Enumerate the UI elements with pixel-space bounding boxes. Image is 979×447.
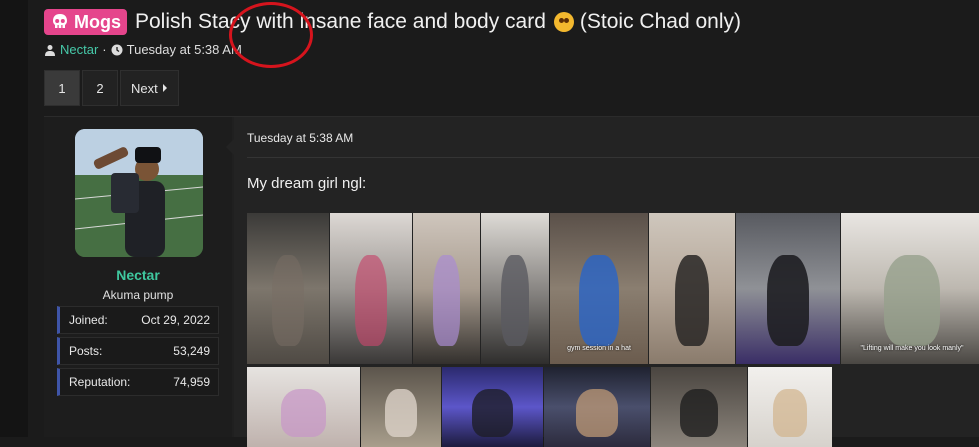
stat-posts-value: 53,249 (173, 344, 210, 358)
message-arrow (226, 139, 234, 155)
red-annotation-circle (229, 2, 313, 68)
pagination: 1 2 Next (44, 70, 179, 106)
message-cell: Tuesday at 5:38 AM My dream girl ngl: gy… (226, 117, 979, 447)
post-username[interactable]: Nectar (44, 267, 232, 283)
thread-date[interactable]: Tuesday at 5:38 AM (127, 42, 242, 57)
thread-title-suffix: (Stoic Chad only) (579, 10, 741, 33)
flushed-emoji-icon (553, 12, 574, 32)
gallery-image[interactable] (651, 367, 747, 447)
page-2-button[interactable]: 2 (82, 70, 118, 106)
thread-title-row: Mogs Polish Stacy with insane face and b… (44, 8, 979, 36)
gallery-image[interactable] (361, 367, 441, 447)
gallery-image[interactable] (748, 367, 832, 447)
prefix-badge[interactable]: Mogs (44, 9, 127, 35)
stat-reputation-value: 74,959 (173, 375, 210, 389)
thread-author-link[interactable]: Nectar (60, 42, 98, 57)
gallery-image[interactable] (481, 213, 549, 364)
gallery-image[interactable] (736, 213, 840, 364)
thread-header: Mogs Polish Stacy with insane face and b… (44, 2, 979, 68)
stat-reputation-label: Reputation: (69, 375, 131, 389)
stat-joined: Joined: Oct 29, 2022 (57, 306, 219, 334)
gallery-image[interactable] (442, 367, 543, 447)
meta-separator: · (102, 42, 107, 57)
skull-icon (53, 14, 67, 28)
page-1-button[interactable]: 1 (44, 70, 80, 106)
gallery-image[interactable] (413, 213, 480, 364)
avatar[interactable] (75, 129, 203, 257)
gallery-image[interactable] (330, 213, 412, 364)
post-text: My dream girl ngl: (247, 175, 367, 192)
gallery-image[interactable] (544, 367, 650, 447)
next-label: Next (131, 80, 158, 96)
user-icon (45, 44, 55, 56)
thread-title: Polish Stacy with insane face and body c… (135, 10, 546, 33)
user-title: Akuma pump (102, 288, 174, 302)
stat-posts: Posts: 53,249 (57, 337, 219, 365)
avatar-image (75, 129, 203, 257)
image-caption: "Lifting will make you look manly" (860, 345, 964, 352)
stat-posts-label: Posts: (69, 344, 103, 358)
gallery-image[interactable] (247, 367, 360, 447)
message-divider (247, 157, 979, 158)
stat-joined-label: Joined: (69, 313, 108, 327)
clock-icon (111, 44, 123, 55)
stat-joined-value: Oct 29, 2022 (141, 313, 210, 327)
gallery-image[interactable]: gym session in a hat (550, 213, 648, 364)
gallery-image[interactable]: "Lifting will make you look manly" (841, 213, 979, 364)
post-date[interactable]: Tuesday at 5:38 AM (247, 131, 353, 145)
next-page-button[interactable]: Next (120, 70, 179, 106)
caret-right-icon (162, 84, 167, 92)
thread-meta: Nectar · Tuesday at 5:38 AM (44, 42, 979, 57)
user-panel: Nectar Akuma pump Joined: Oct 29, 2022 P… (44, 117, 232, 437)
image-caption: gym session in a hat (567, 345, 631, 352)
post: Nectar Akuma pump Joined: Oct 29, 2022 P… (44, 116, 979, 447)
prefix-label: Mogs (74, 11, 121, 32)
gallery-image[interactable] (649, 213, 735, 364)
gallery-image[interactable] (247, 213, 329, 364)
left-gutter (0, 0, 28, 437)
stat-reputation: Reputation: 74,959 (57, 368, 219, 396)
